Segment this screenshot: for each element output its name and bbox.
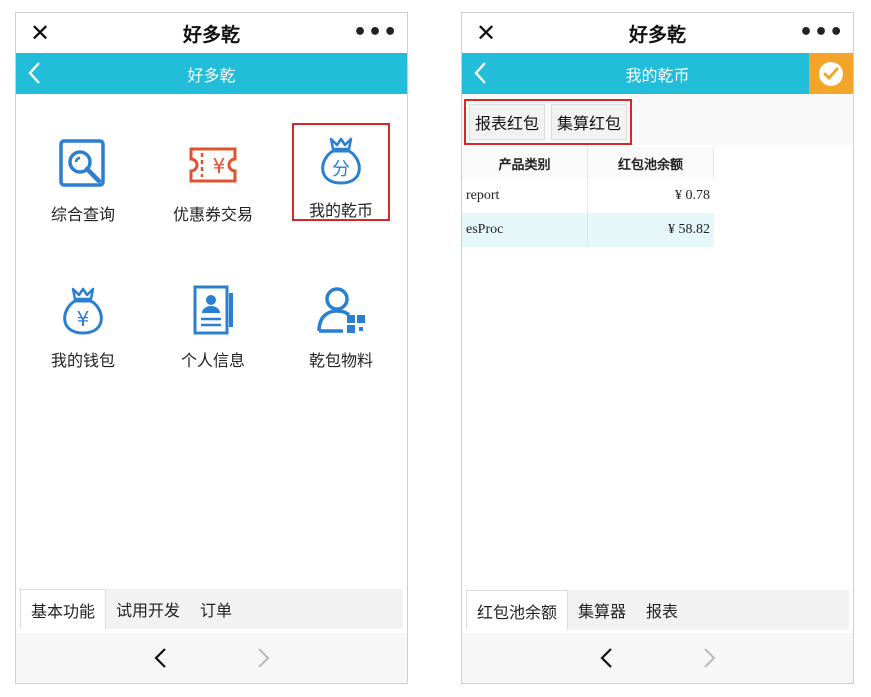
back-icon[interactable] [470, 61, 492, 85]
svg-text:分: 分 [332, 159, 350, 180]
check-circle-icon [819, 61, 843, 86]
user-qr-icon [317, 287, 365, 333]
tile-label: 综合查询 [50, 205, 115, 224]
balance-table: 产品类别 红包池余额 report ¥ 0.78 esProc ¥ 58.82 [462, 147, 714, 247]
tile-label: 我的乾币 [308, 201, 373, 220]
tile-label: 个人信息 [180, 351, 245, 370]
table-row[interactable]: report ¥ 0.78 [462, 179, 714, 213]
id-card-icon [193, 285, 233, 335]
svg-text:¥: ¥ [213, 154, 226, 178]
browser-nav-bar [462, 633, 853, 683]
tab-trial-dev[interactable]: 试用开发 [106, 589, 190, 629]
window-titlebar: ✕ 好多乾 ••• [16, 13, 407, 53]
back-arrow-icon[interactable] [151, 645, 171, 671]
left-phone-screen: ✕ 好多乾 ••• 好多乾 综合查询 ¥ 优惠券交易 分 我的乾币 ¥ 我的钱包… [15, 12, 408, 684]
window-title: 好多乾 [628, 23, 686, 46]
tile-personal-info[interactable]: 个人信息 [164, 275, 262, 373]
window-title: 好多乾 [182, 23, 240, 46]
esproc-red-packet-button[interactable]: 集算红包 [551, 104, 628, 140]
coupon-icon: ¥ [189, 147, 237, 183]
back-arrow-icon[interactable] [597, 645, 617, 671]
red-packet-button-group: 报表红包 集算红包 [464, 99, 633, 145]
svg-text:¥: ¥ [77, 307, 90, 331]
tile-label: 乾包物料 [308, 351, 373, 370]
tile-my-coins[interactable]: 分 我的乾币 [292, 123, 390, 221]
tile-my-wallet[interactable]: ¥ 我的钱包 [34, 275, 132, 373]
money-bag-yen-icon: ¥ [63, 287, 103, 335]
browser-nav-bar [16, 633, 407, 683]
table-row[interactable]: esProc ¥ 58.82 [462, 213, 714, 247]
money-bag-fen-icon: 分 [321, 137, 361, 185]
nav-title: 我的乾币 [625, 65, 690, 85]
tile-label: 优惠券交易 [172, 205, 253, 224]
tile-coupon-trade[interactable]: ¥ 优惠券交易 [164, 129, 262, 227]
table-header: 产品类别 红包池余额 [462, 147, 714, 179]
more-icon[interactable]: ••• [799, 22, 843, 44]
forward-arrow-icon[interactable] [253, 645, 273, 671]
column-header-balance[interactable]: 红包池余额 [588, 147, 714, 179]
close-icon[interactable]: ✕ [476, 21, 516, 45]
tile-comprehensive-query[interactable]: 综合查询 [34, 129, 132, 227]
bottom-tab-bar: 基本功能 试用开发 订单 [20, 589, 403, 629]
forward-arrow-icon[interactable] [699, 645, 719, 671]
cell-balance: ¥ 58.82 [668, 222, 710, 237]
more-icon[interactable]: ••• [353, 22, 397, 44]
nav-bar: 我的乾币 [462, 53, 853, 94]
tile-label: 我的钱包 [50, 351, 115, 370]
report-red-packet-button[interactable]: 报表红包 [469, 104, 546, 140]
right-phone-screen: ✕ 好多乾 ••• 我的乾币 报表红包 集算红包 产品类别 红包池余额 repo… [461, 12, 854, 684]
column-header-product[interactable]: 产品类别 [462, 147, 588, 179]
confirm-button[interactable] [809, 53, 853, 94]
nav-title: 好多乾 [187, 65, 236, 85]
tile-materials[interactable]: 乾包物料 [292, 275, 390, 373]
tab-reports[interactable]: 报表 [636, 590, 688, 630]
search-report-icon [59, 139, 105, 187]
cell-balance: ¥ 0.78 [675, 188, 710, 203]
tab-pool-balance[interactable]: 红包池余额 [466, 590, 569, 630]
nav-bar: 好多乾 [16, 53, 407, 94]
tab-esproc[interactable]: 集算器 [568, 590, 636, 630]
close-icon[interactable]: ✕ [30, 21, 70, 45]
cell-product: report [462, 179, 588, 213]
tab-orders[interactable]: 订单 [190, 589, 242, 629]
bottom-tab-bar: 红包池余额 集算器 报表 [466, 590, 849, 630]
tab-basic-functions[interactable]: 基本功能 [20, 589, 107, 629]
back-icon[interactable] [24, 61, 46, 85]
window-titlebar: ✕ 好多乾 ••• [462, 13, 853, 53]
cell-product: esProc [462, 213, 588, 247]
